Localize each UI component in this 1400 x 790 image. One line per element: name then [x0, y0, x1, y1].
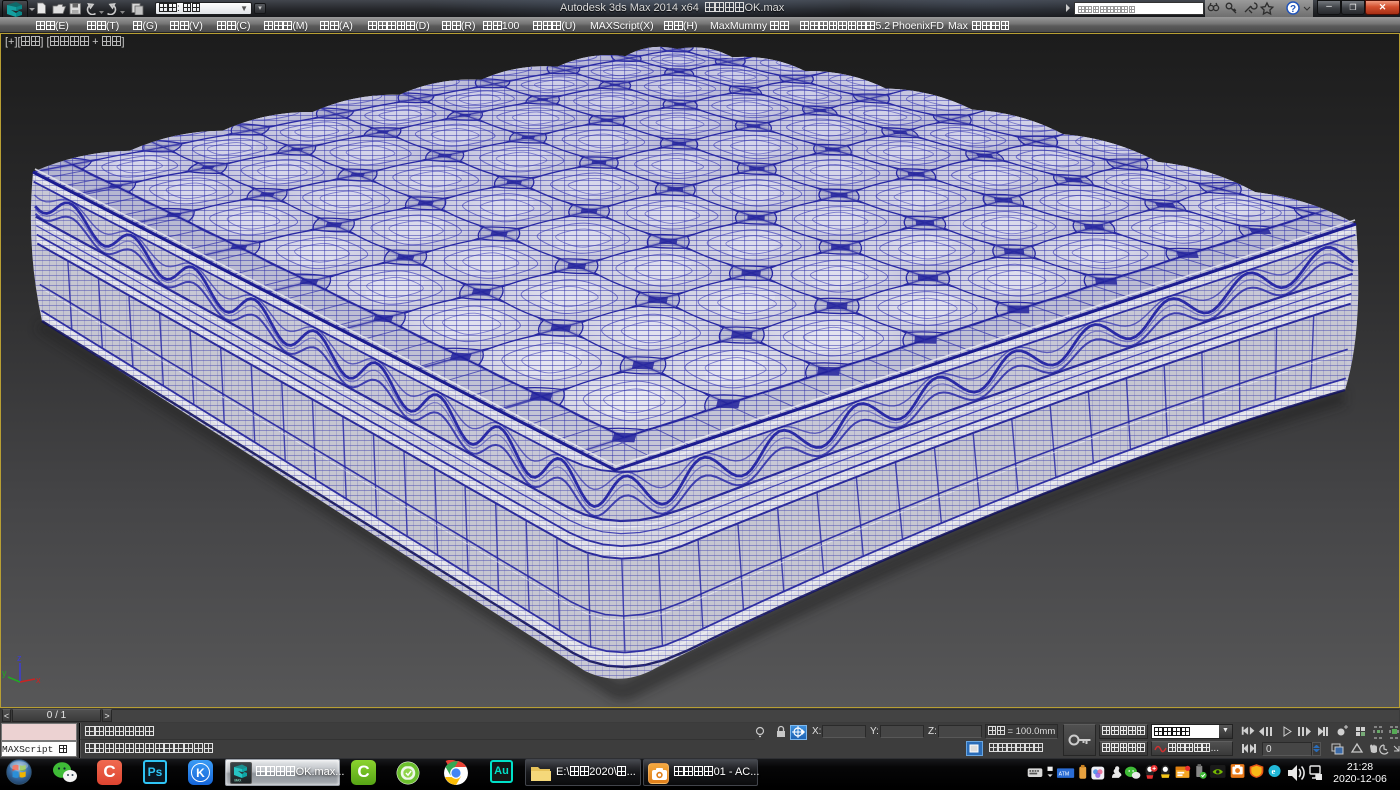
svg-text:?: ? — [1290, 4, 1296, 15]
svg-text:y: y — [2, 668, 7, 678]
svg-text:z: z — [17, 653, 22, 663]
svg-text:ATM: ATM — [1059, 771, 1070, 777]
svg-text:x: x — [36, 675, 41, 685]
svg-text:MAX: MAX — [235, 778, 243, 782]
svg-text:e: e — [1272, 766, 1276, 776]
